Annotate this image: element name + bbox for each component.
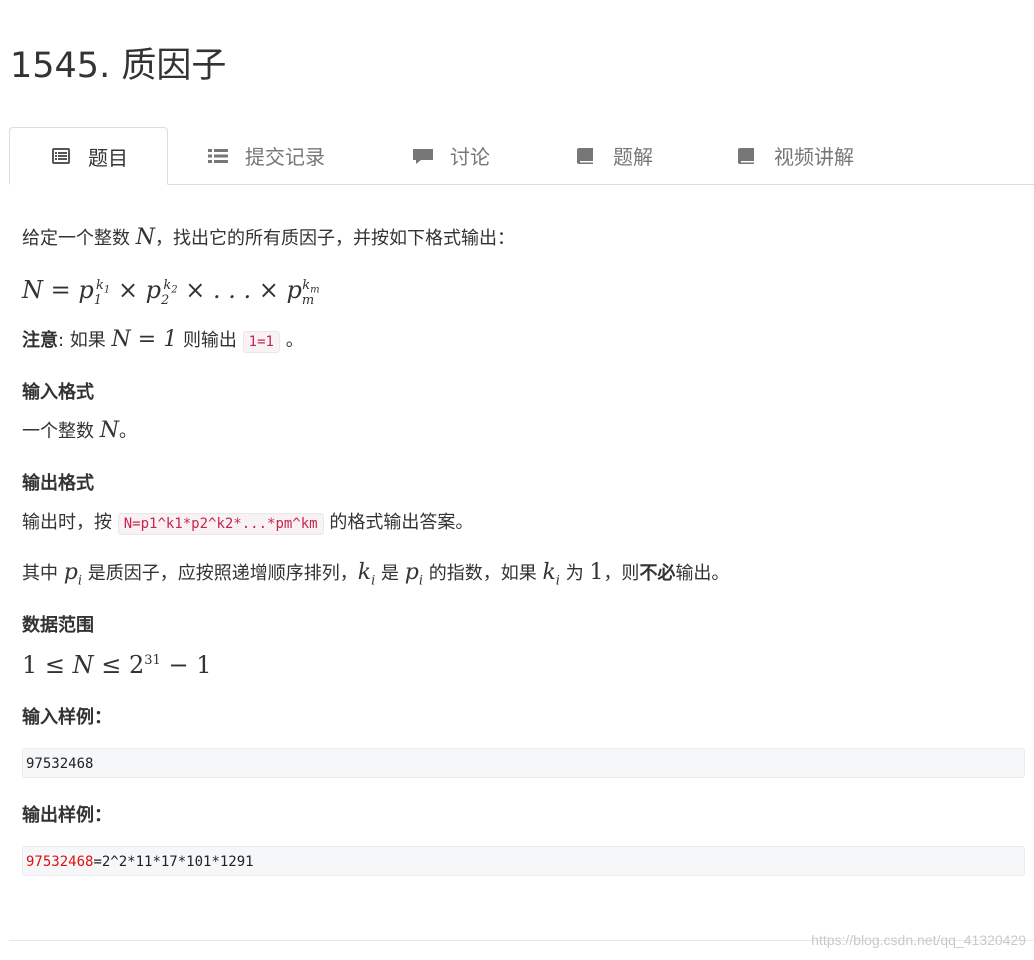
book-icon	[575, 145, 597, 167]
tab-label: 提交记录	[245, 145, 325, 169]
text: 则输出	[182, 330, 237, 351]
math-var: N	[99, 418, 119, 443]
range-formula: 1 ≤ N ≤ 231 − 1	[22, 651, 212, 679]
page-title: 1545. 质因子	[10, 46, 227, 86]
range-heading: 数据范围	[22, 615, 94, 636]
sample-input-heading: 输入样例：	[22, 707, 112, 728]
text: 为	[565, 563, 584, 584]
detail-text: 其中 pi 是质因子，应按照递增顺序排列，ki 是 pi 的指数，如果 ki 为…	[22, 560, 729, 587]
math-number: 1	[589, 560, 604, 585]
list-icon	[207, 145, 229, 167]
note-text: 注意: 如果 N = 1 则输出 1=1 。	[22, 327, 304, 355]
math-var: N	[135, 225, 155, 250]
text: 是质因子，应按照递增顺序排列，	[87, 563, 358, 584]
watermark: https://blog.csdn.net/qq_41320429	[811, 932, 1026, 948]
sample-output-block: 97532468=2^2*11*17*101*1291	[22, 846, 1025, 876]
text: ，则	[603, 563, 640, 584]
tab-discussion[interactable]: 讨论	[412, 127, 490, 184]
text: : 如果	[58, 330, 106, 351]
output-format-text: 输出时，按 N=p1^k1*p2^k2*...*pm^km 的格式输出答案。	[22, 510, 473, 537]
sample-output-heading: 输出样例：	[22, 805, 112, 826]
math-expr: N = 1	[111, 327, 178, 352]
comment-icon	[412, 145, 434, 167]
tab-label: 视频讲解	[774, 145, 854, 169]
bold-text: 不必	[639, 563, 676, 584]
tab-label: 讨论	[450, 145, 490, 169]
sample-input-block: 97532468	[22, 748, 1025, 778]
math-var: pi	[404, 560, 423, 589]
tab-problem[interactable]: 题目	[9, 127, 168, 185]
text: 的格式输出答案。	[329, 512, 474, 533]
math-var: pi	[63, 560, 82, 589]
tab-label: 题解	[613, 145, 653, 169]
math-var: ki	[542, 560, 560, 589]
text: 。	[285, 330, 304, 351]
sample-input-text: 97532468	[26, 756, 94, 772]
tab-solutions[interactable]: 题解	[575, 127, 653, 184]
tab-submissions[interactable]: 提交记录	[207, 127, 325, 184]
note-label: 注意	[22, 330, 58, 351]
sample-output-text: =2^2*11*17*101*1291	[93, 854, 254, 870]
input-format-text: 一个整数 N。	[22, 418, 137, 445]
text: ，找出它的所有质因子，并按如下格式输出：	[154, 228, 515, 249]
text: 是	[380, 563, 399, 584]
text: 输出。	[675, 563, 730, 584]
math-var: ki	[357, 560, 376, 589]
output-format-heading: 输出格式	[22, 473, 94, 494]
tab-bar: 题目 提交记录 讨论 题解 视频讲解	[9, 127, 1034, 185]
factor-formula: N = p1k1 × p2k2 × . . . × pmkm	[22, 276, 320, 308]
highlighted-number: 97532468	[26, 854, 94, 870]
text: 。	[118, 421, 137, 442]
text: 其中	[22, 563, 58, 584]
input-format-heading: 输入格式	[22, 382, 94, 403]
intro-text: 给定一个整数 N，找出它的所有质因子，并按如下格式输出：	[22, 225, 515, 252]
book-icon	[736, 145, 758, 167]
tab-label: 题目	[88, 145, 128, 170]
text: 输出时，按	[22, 512, 112, 533]
text: 的指数，如果	[428, 563, 537, 584]
inline-code: 1=1	[242, 331, 280, 353]
text: 一个整数	[22, 421, 94, 442]
inline-code: N=p1^k1*p2^k2*...*pm^km	[117, 513, 324, 535]
tab-video[interactable]: 视频讲解	[736, 127, 854, 184]
list-alt-icon	[50, 145, 72, 167]
text: 给定一个整数	[22, 228, 130, 249]
